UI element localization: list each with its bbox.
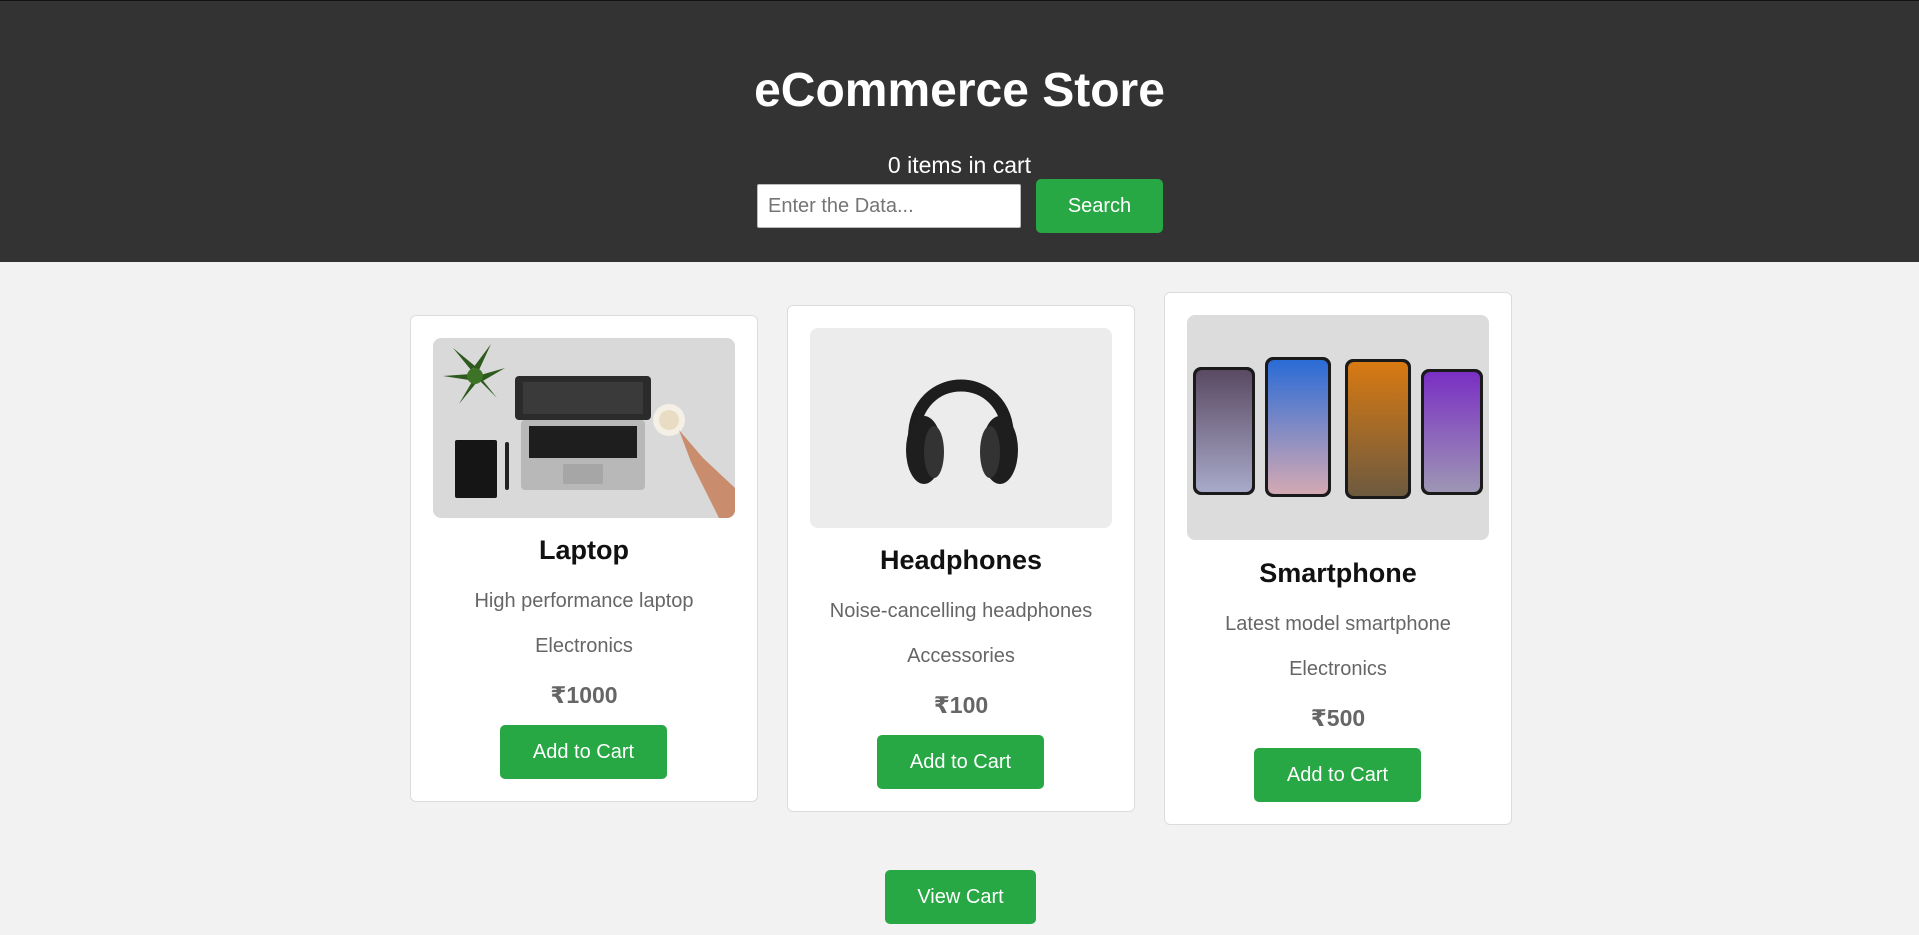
product-name: Smartphone	[1259, 558, 1417, 588]
store-header: eCommerce Store 0 items in cart Search	[0, 0, 1919, 262]
headphones-image	[810, 328, 1112, 528]
product-card-laptop: Laptop High performance laptop Electroni…	[410, 315, 758, 802]
product-price: ₹100	[933, 692, 989, 718]
add-to-cart-button[interactable]: Add to Cart	[877, 735, 1044, 789]
laptop-image	[433, 338, 735, 518]
product-price: ₹500	[1310, 705, 1366, 731]
product-description: High performance laptop	[474, 590, 694, 612]
product-card-headphones: Headphones Noise-cancelling headphones A…	[787, 305, 1135, 812]
search-input[interactable]	[757, 184, 1021, 228]
product-category: Accessories	[907, 645, 1015, 667]
product-category: Electronics	[1289, 658, 1387, 680]
product-price: ₹1000	[550, 682, 618, 708]
add-to-cart-button[interactable]: Add to Cart	[500, 725, 667, 779]
product-card-smartphone: Smartphone Latest model smartphone Elect…	[1164, 292, 1512, 825]
add-to-cart-button[interactable]: Add to Cart	[1254, 748, 1421, 802]
product-description: Latest model smartphone	[1225, 613, 1451, 635]
cart-count-text: 0 items in cart	[887, 152, 1032, 178]
product-name: Headphones	[879, 545, 1043, 575]
view-cart-button[interactable]: View Cart	[885, 870, 1036, 924]
product-name: Laptop	[539, 535, 629, 565]
search-button[interactable]: Search	[1036, 179, 1163, 233]
smartphones-image	[1187, 315, 1489, 540]
page-title: eCommerce Store	[754, 64, 1165, 117]
product-category: Electronics	[535, 635, 633, 657]
product-description: Noise-cancelling headphones	[829, 600, 1093, 622]
